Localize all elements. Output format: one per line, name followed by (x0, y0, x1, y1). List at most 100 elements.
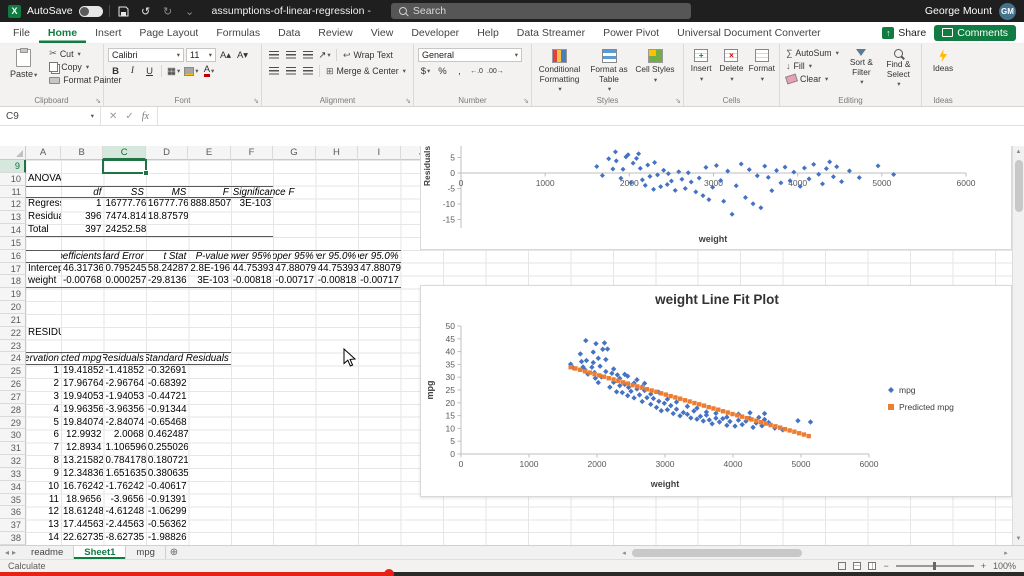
grid-cell-B16[interactable]: Coefficients (61, 250, 103, 263)
ribbon-tab-page-layout[interactable]: Page Layout (130, 22, 207, 43)
grid-cell-D24[interactable]: Standard Residuals (146, 352, 231, 365)
grid-cell-B30[interactable]: 12.9932 (61, 429, 103, 442)
grid-cell-A35[interactable]: 11 (26, 494, 61, 507)
grid-cell-D18[interactable]: -29.8136 (146, 275, 188, 288)
grid-cell-C14[interactable]: 24252.58 (103, 224, 145, 237)
row-header-21[interactable]: 21 (0, 314, 26, 327)
grid-cell-D11[interactable]: MS (146, 186, 188, 199)
grid-cell-D16[interactable]: t Stat (146, 250, 188, 263)
insert-cells-button[interactable]: + Insert▾ (688, 47, 714, 83)
grid-cell-F11[interactable]: Significance F (231, 186, 273, 199)
grid-cell-B24[interactable]: Predicted mpg (61, 352, 103, 365)
underline-icon[interactable]: U (142, 64, 157, 78)
enter-icon[interactable]: ✓ (125, 111, 133, 122)
redo-icon[interactable]: ↻ (160, 3, 176, 19)
grid-cell-F16[interactable]: Lower 95% (231, 250, 273, 263)
conditional-formatting-button[interactable]: Conditional Formatting▾ (536, 47, 583, 94)
row-header-31[interactable]: 31 (0, 442, 26, 455)
grid-cell-B35[interactable]: 18.9656 (61, 494, 103, 507)
grid-cell-B11[interactable]: df (61, 186, 103, 199)
row-header-33[interactable]: 33 (0, 468, 26, 481)
grid-cell-I18[interactable]: -0.00717 (358, 275, 400, 288)
row-header-13[interactable]: 13 (0, 211, 26, 224)
scroll-down-icon[interactable]: ▼ (1013, 533, 1024, 545)
grid-cell-C13[interactable]: 7474.814 (103, 211, 145, 224)
grid-cell-B31[interactable]: 12.8934 (61, 442, 103, 455)
format-cells-button[interactable]: Format▾ (749, 47, 775, 83)
grid-cell-C26[interactable]: -2.96764 (103, 378, 145, 391)
comments-button[interactable]: Comments (934, 25, 1016, 41)
sheet-nav-right-icon[interactable]: ▸ (12, 548, 16, 557)
autosave-toggle[interactable] (79, 6, 103, 17)
align-top-icon[interactable] (266, 48, 281, 62)
italic-icon[interactable]: I (125, 64, 140, 78)
line-fit-plot-chart[interactable]: weight Line Fit Plot01000200030004000500… (420, 285, 1012, 497)
grid-cell-B27[interactable]: 19.94053 (61, 391, 103, 404)
grid-cell-C29[interactable]: -2.84074 (103, 417, 145, 430)
ribbon-tab-data[interactable]: Data (269, 22, 309, 43)
row-header-17[interactable]: 17 (0, 263, 26, 276)
font-size-select[interactable]: 11▾ (186, 48, 216, 62)
grid-cell-A32[interactable]: 8 (26, 455, 61, 468)
undo-icon[interactable]: ↺ (138, 3, 154, 19)
grid-cell-C27[interactable]: -1.94053 (103, 391, 145, 404)
grid-cell-A31[interactable]: 7 (26, 442, 61, 455)
grid-cell-F18[interactable]: -0.00818 (231, 275, 273, 288)
grid-cell-D32[interactable]: 0.180721 (146, 455, 188, 468)
column-header-C[interactable]: C (103, 146, 145, 160)
grid-cell-A28[interactable]: 4 (26, 404, 61, 417)
fill-handle[interactable] (143, 170, 149, 176)
grid-cell-A13[interactable]: Residual (26, 211, 61, 224)
grid-cell-E18[interactable]: 3E-103 (188, 275, 230, 288)
grid-cell-A30[interactable]: 6 (26, 429, 61, 442)
scroll-up-icon[interactable]: ▲ (1013, 146, 1024, 158)
residual-plot-chart[interactable]: 010002000300040005000600050-5-10-15weigh… (420, 146, 1012, 250)
grid-cell-D34[interactable]: -0.40617 (146, 481, 188, 494)
row-header-28[interactable]: 28 (0, 404, 26, 417)
grid-cell-C25[interactable]: -1.41852 (103, 365, 145, 378)
increase-font-icon[interactable]: A▴ (218, 48, 233, 62)
grid-cell-H18[interactable]: -0.00818 (316, 275, 358, 288)
zoom-level[interactable]: 100% (993, 561, 1016, 571)
ribbon-tab-data-streamer[interactable]: Data Streamer (508, 22, 594, 43)
row-header-25[interactable]: 25 (0, 365, 26, 378)
grid-cell-A14[interactable]: Total (26, 224, 61, 237)
grid-cell-E12[interactable]: 888.8507 (188, 198, 230, 211)
grid-cell-B36[interactable]: 18.61248 (61, 506, 103, 519)
grid-cell-D27[interactable]: -0.44721 (146, 391, 188, 404)
grid-cell-A17[interactable]: Intercept (26, 263, 61, 276)
sheet-nav-left-icon[interactable]: ◂ (5, 548, 9, 557)
quick-access-chevron-icon[interactable]: ⌄ (182, 3, 198, 19)
grid-cell-C17[interactable]: 0.795245 (103, 263, 145, 276)
merge-center-button[interactable]: ⊞Merge & Center▾ (324, 65, 408, 78)
sort-filter-button[interactable]: Sort & Filter▾ (845, 47, 878, 87)
grid-cell-A34[interactable]: 10 (26, 481, 61, 494)
row-header-30[interactable]: 30 (0, 429, 26, 442)
grid-cell-B12[interactable]: 1 (61, 198, 103, 211)
row-header-19[interactable]: 19 (0, 288, 26, 301)
ribbon-tab-home[interactable]: Home (39, 22, 86, 43)
row-header-38[interactable]: 38 (0, 532, 26, 545)
bold-icon[interactable]: B (108, 64, 123, 78)
search-input[interactable]: Search (391, 3, 691, 19)
fill-color-icon[interactable]: ▾ (183, 64, 199, 78)
sheet-tab-mpg[interactable]: mpg (126, 546, 165, 559)
select-all-corner[interactable] (0, 146, 26, 160)
grid-cell-C28[interactable]: -3.96356 (103, 404, 145, 417)
horizontal-scrollbar[interactable]: ◂ ▸ (618, 547, 1012, 559)
grid-cell-D38[interactable]: -1.98826 (146, 532, 188, 545)
clipboard-dialog-launcher[interactable]: ⇘ (95, 97, 101, 105)
grid-cell-A11[interactable] (26, 186, 61, 199)
grid-cell-D36[interactable]: -1.06299 (146, 506, 188, 519)
row-header-23[interactable]: 23 (0, 340, 26, 353)
grid-cell-G16[interactable]: Upper 95% (273, 250, 315, 263)
grid-cell-D29[interactable]: -0.65468 (146, 417, 188, 430)
number-format-select[interactable]: General▾ (418, 48, 522, 62)
column-header-E[interactable]: E (188, 146, 230, 160)
decrease-decimal-icon[interactable]: .00→ (486, 64, 505, 78)
grid-cell-C24[interactable]: Residuals (103, 352, 145, 365)
grid-cell-A12[interactable]: Regression (26, 198, 61, 211)
grid-cell-F12[interactable]: 3E-103 (231, 198, 273, 211)
new-sheet-button[interactable]: ⊕ (166, 546, 182, 559)
grid-cell-C18[interactable]: 0.000257 (103, 275, 145, 288)
